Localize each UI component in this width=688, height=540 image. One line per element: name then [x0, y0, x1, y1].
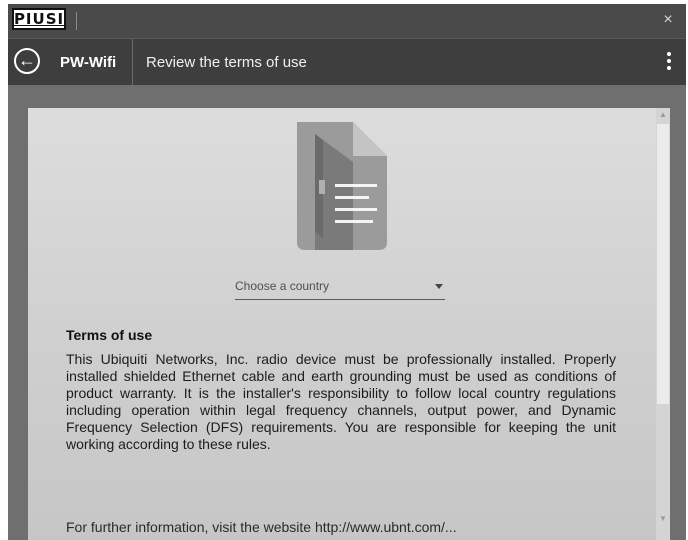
page-title: Review the terms of use [146, 54, 307, 71]
logo-text: PIUSI [13, 10, 65, 28]
titlebar-divider [76, 12, 77, 30]
terms-scrollbar[interactable]: ▲ ▼ [656, 108, 670, 540]
terms-body: This Ubiquiti Networks, Inc. radio devic… [66, 351, 616, 452]
app-window: PIUSI × ← PW-Wifi Review the terms of us… [8, 4, 686, 540]
caret-down-icon [435, 284, 443, 289]
appbar-divider [132, 39, 133, 85]
country-select[interactable]: Choose a country [235, 271, 445, 300]
scroll-down-icon[interactable]: ▼ [656, 512, 670, 526]
country-select-placeholder: Choose a country [235, 279, 330, 293]
terms-more-info: For further information, visit the websi… [66, 519, 457, 535]
document-icon [297, 122, 387, 250]
window-titlebar: PIUSI × [8, 4, 686, 38]
app-name: PW-Wifi [60, 54, 117, 71]
terms-panel: Choose a country Terms of use This Ubiqu… [28, 108, 670, 540]
scrollbar-thumb[interactable] [657, 124, 669, 404]
app-bar: ← PW-Wifi Review the terms of use [8, 38, 686, 85]
kebab-menu-icon[interactable] [666, 52, 672, 72]
piusi-logo: PIUSI [12, 8, 66, 30]
terms-heading: Terms of use [66, 327, 153, 343]
back-arrow-icon[interactable]: ← [14, 48, 40, 74]
close-icon[interactable]: × [658, 10, 678, 30]
scroll-up-icon[interactable]: ▲ [656, 108, 670, 122]
